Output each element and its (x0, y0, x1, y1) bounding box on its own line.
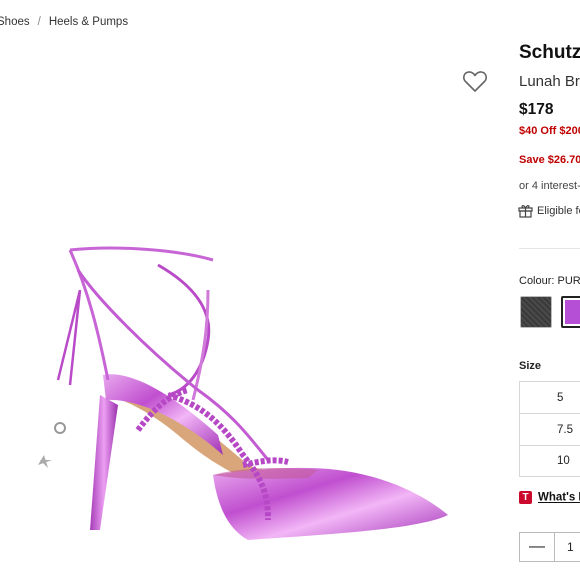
fit-guide-label: What's M (538, 491, 580, 504)
size-option-5[interactable]: 5 (519, 381, 580, 413)
promo-offer: $40 Off $200 (519, 125, 580, 137)
size-grid: 5 7.5 10 (519, 381, 580, 477)
quantity-value[interactable]: 1 (555, 540, 574, 554)
swatch-purple[interactable] (561, 296, 580, 328)
gift-eligibility[interactable]: Eligible fo (518, 204, 580, 218)
quantity-decrease-button[interactable]: — (520, 533, 555, 561)
breadcrumb-heels-pumps[interactable]: Heels & Pumps (49, 16, 128, 28)
quantity-stepper: — 1 (519, 532, 580, 562)
size-option-7-5[interactable]: 7.5 (519, 413, 580, 445)
breadcrumb-shoes[interactable]: Shoes (0, 16, 30, 28)
product-image (38, 246, 448, 540)
size-label: Size (519, 360, 542, 372)
product-name: Lunah Br (519, 73, 580, 90)
brand-badge-icon: T (519, 491, 532, 504)
installments-text: or 4 interest-f (519, 180, 580, 192)
breadcrumb: Shoes / Heels & Pumps (0, 16, 128, 28)
savings-text: Save $26.70 (519, 154, 580, 166)
gift-icon (518, 205, 533, 218)
heart-outline-icon[interactable] (462, 69, 488, 93)
product-brand[interactable]: Schutz (519, 42, 580, 64)
colour-label: Colour: PURP (519, 275, 580, 287)
breadcrumb-separator: / (37, 16, 41, 28)
fit-guide-link[interactable]: T What's M (519, 491, 580, 504)
product-price: $178 (519, 101, 554, 118)
gift-label: Eligible fo (537, 204, 580, 217)
swatch-dark-gray[interactable] (520, 296, 552, 328)
size-option-10[interactable]: 10 (519, 445, 580, 477)
divider (519, 248, 580, 249)
